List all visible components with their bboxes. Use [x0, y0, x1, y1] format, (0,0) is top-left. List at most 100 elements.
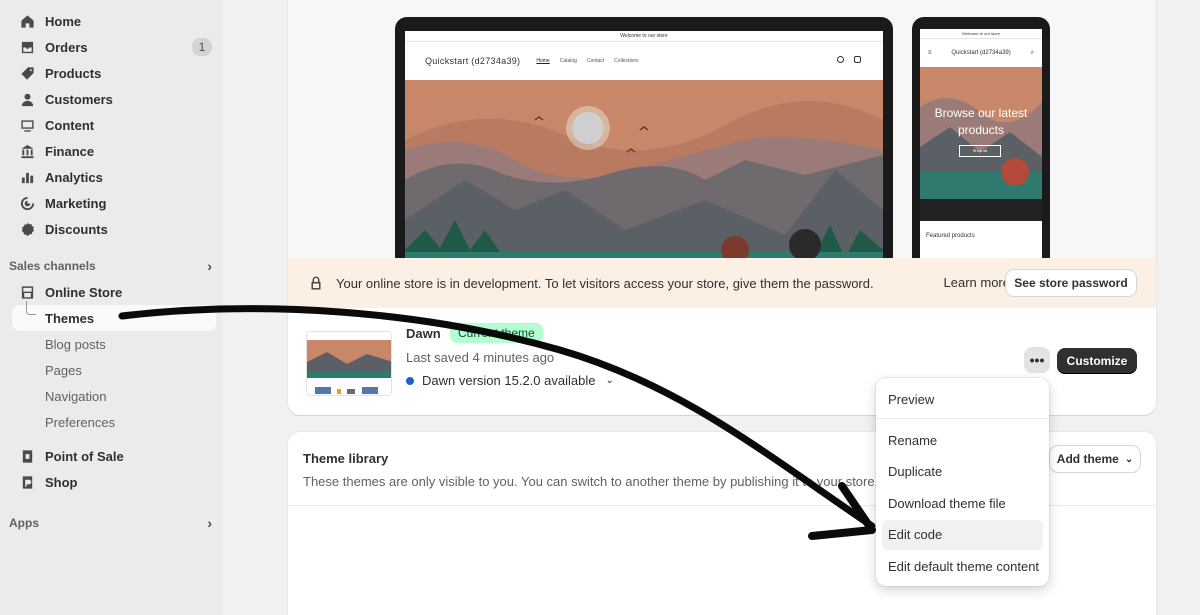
sidebar-item-finance[interactable]: Finance: [0, 138, 222, 164]
person-icon: [19, 91, 35, 107]
sidebar-item-analytics[interactable]: Analytics: [0, 164, 222, 190]
customize-button[interactable]: Customize: [1057, 348, 1137, 374]
store-header: Quickstart (d2734a39) Home Catalog Conta…: [405, 42, 883, 80]
menu-icon: ≡: [928, 50, 932, 56]
tree-connector: [26, 301, 36, 315]
menu-item-edit-code[interactable]: Edit code: [882, 519, 1043, 550]
bank-icon: [19, 143, 35, 159]
shop-all-button: Shop all: [959, 145, 1001, 157]
mobile-hero: Browse our latest products Shop all: [920, 67, 1042, 199]
theme-thumbnail[interactable]: [306, 331, 392, 396]
store-logo: Quickstart (d2734a39): [425, 56, 521, 66]
chevron-down-icon: ⌄: [1124, 453, 1134, 465]
sidebar-item-label: Discounts: [45, 221, 108, 237]
chevron-right-icon[interactable]: ›: [207, 258, 212, 274]
mobile-screen: Welcome to our store ≡ Quickstart (d2734…: [920, 29, 1042, 267]
orders-count-badge: 1: [192, 38, 212, 56]
sales-channels-label: Sales channels: [9, 259, 96, 273]
apps-header[interactable]: Apps ›: [0, 510, 222, 536]
announcement-bar: Welcome to our store: [405, 31, 883, 42]
bar-chart-icon: [19, 169, 35, 185]
menu-item-rename[interactable]: Rename: [882, 425, 1043, 455]
sidebar-item-label: Orders: [45, 39, 88, 55]
theme-name: Dawn: [406, 326, 441, 341]
add-theme-label: Add theme: [1056, 452, 1119, 466]
sidebar-item-preferences[interactable]: Preferences: [0, 409, 222, 435]
sidebar-item-shop[interactable]: Shop: [0, 469, 222, 495]
theme-thumbnail-image: [307, 332, 391, 395]
sidebar-item-pages[interactable]: Pages: [0, 357, 222, 383]
mobile-hero-text: Browse our latest products: [934, 106, 1028, 137]
sidebar-item-home[interactable]: Home: [0, 8, 222, 34]
menu-divider: [876, 418, 1049, 419]
menu-item-download-theme-file[interactable]: Download theme file: [882, 488, 1043, 518]
store-menu-item: Contact: [586, 58, 605, 64]
sales-channels-header[interactable]: Sales channels ›: [0, 253, 222, 279]
more-actions-button[interactable]: •••: [1024, 347, 1050, 373]
sidebar-item-themes[interactable]: Themes: [12, 301, 216, 331]
sidebar-item-label: Themes: [45, 310, 95, 326]
store-header-icons: [837, 56, 861, 63]
store-logo: Quickstart (d2734a39): [951, 49, 1011, 56]
sidebar-item-products[interactable]: Products: [0, 60, 222, 86]
learn-more-link[interactable]: Learn more: [944, 275, 1010, 290]
sidebar-item-point-of-sale[interactable]: Point of Sale: [0, 443, 222, 469]
sidebar-item-content[interactable]: Content: [0, 112, 222, 138]
store-menu-item: Home: [536, 58, 550, 64]
sidebar-item-label: Products: [45, 65, 102, 81]
store-header: ≡ Quickstart (d2734a39) ⌕: [920, 39, 1042, 67]
tag-icon: [19, 65, 35, 81]
sidebar-item-label: Customers: [45, 91, 113, 107]
chevron-right-icon[interactable]: ›: [207, 515, 212, 531]
sidebar-item-label: Point of Sale: [45, 448, 124, 464]
search-icon: [837, 56, 844, 63]
announcement-bar: Welcome to our store: [920, 29, 1042, 39]
development-banner-text: Your online store is in development. To …: [336, 275, 874, 291]
current-theme-badge: Current theme: [450, 323, 543, 343]
store-menu: Home Catalog Contact Collections: [536, 58, 638, 64]
sidebar-item-marketing[interactable]: Marketing: [0, 190, 222, 216]
chevron-down-icon: ⌄: [605, 375, 614, 386]
pos-icon: [19, 448, 35, 464]
theme-actions-menu: Preview Rename Duplicate Download theme …: [876, 378, 1049, 586]
desktop-preview: Welcome to our store Quickstart (d2734a3…: [395, 17, 893, 267]
store-menu-item: Collections: [614, 58, 639, 64]
sidebar-item-navigation[interactable]: Navigation: [0, 383, 222, 409]
discount-icon: [19, 221, 35, 237]
target-icon: [19, 195, 35, 211]
menu-item-edit-default-theme-content[interactable]: Edit default theme content: [882, 551, 1043, 581]
store-menu-item: Catalog: [559, 58, 577, 64]
sidebar-item-label: Marketing: [45, 195, 107, 211]
sidebar-item-label: Preferences: [45, 414, 116, 430]
see-store-password-button[interactable]: See store password: [1006, 270, 1136, 296]
menu-item-preview[interactable]: Preview: [882, 384, 1043, 414]
sidebar-item-label: Navigation: [45, 388, 107, 404]
sidebar-item-orders[interactable]: Orders 1: [0, 34, 222, 60]
sidebar-item-customers[interactable]: Customers: [0, 86, 222, 112]
lock-icon: [311, 276, 321, 290]
add-theme-button[interactable]: Add theme ⌄: [1050, 446, 1140, 472]
content-icon: [19, 117, 35, 133]
featured-products-heading: Featured products: [926, 233, 975, 239]
store-icon: [19, 284, 35, 300]
sidebar-item-label: Pages: [45, 362, 82, 378]
theme-library-description: These themes are only visible to you. Yo…: [303, 474, 879, 489]
apps-label: Apps: [9, 516, 39, 530]
shop-icon: [19, 474, 35, 490]
theme-library-title: Theme library: [303, 451, 389, 466]
version-update[interactable]: Dawn version 15.2.0 available ⌄: [406, 373, 614, 388]
desktop-screen: Welcome to our store Quickstart (d2734a3…: [405, 31, 883, 267]
update-dot-icon: [406, 376, 414, 385]
sidebar-item-label: Home: [45, 13, 82, 29]
menu-item-duplicate[interactable]: Duplicate: [882, 457, 1043, 487]
theme-preview[interactable]: Welcome to our store Quickstart (d2734a3…: [288, 0, 1156, 267]
hero-illustration: [405, 80, 883, 267]
sidebar-item-label: Analytics: [45, 169, 103, 185]
home-icon: [19, 13, 35, 29]
last-saved-text: Last saved 4 minutes ago: [406, 350, 555, 365]
sidebar-item-blog-posts[interactable]: Blog posts: [0, 331, 222, 357]
sidebar-item-label: Blog posts: [45, 336, 106, 352]
sidebar-item-label: Online Store: [45, 284, 123, 300]
development-banner: Your online store is in development. To …: [288, 258, 1156, 308]
sidebar-item-discounts[interactable]: Discounts: [0, 216, 222, 242]
